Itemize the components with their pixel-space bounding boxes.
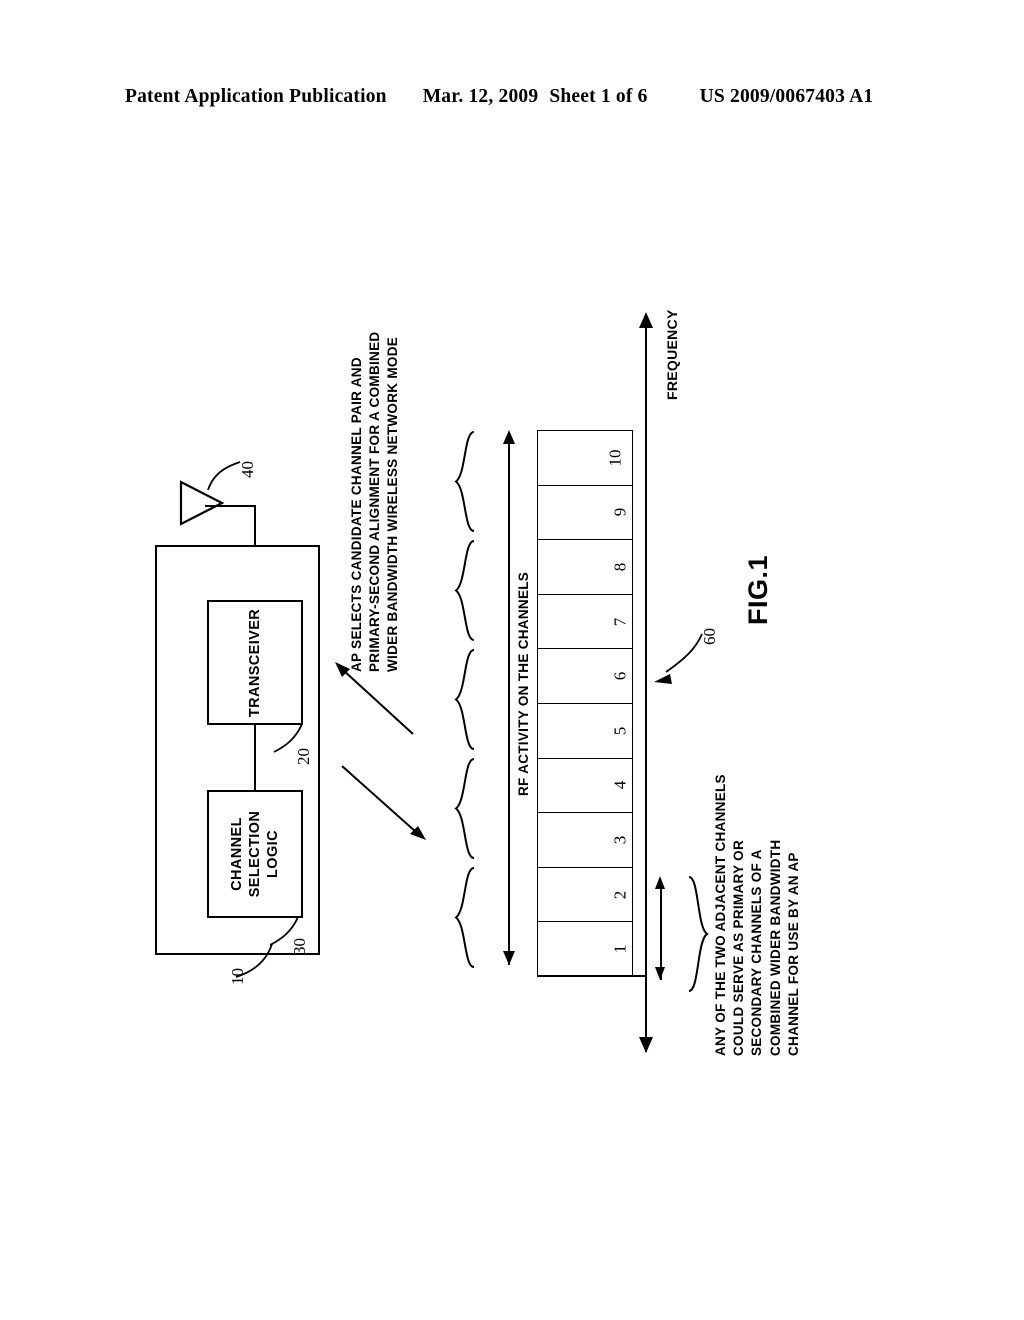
transceiver-box: TRANSCEIVER [207,600,303,725]
adjacent-callout-line-1: ANY OF THE TWO ADJACENT CHANNELS [713,774,728,1056]
channel-cell: 1 [538,921,632,976]
channel-cell: 9 [538,484,632,540]
channel-number: 7 [609,617,629,626]
frequency-axis-label: FREQUENCY [664,309,680,400]
adjacent-channels-brace [685,875,711,993]
adjacent-channels-callout: ANY OF THE TWO ADJACENT CHANNELS COULD S… [712,774,803,1056]
channel-number: 10 [605,449,625,467]
channel-number: 5 [609,726,629,736]
channel-pair-brace [452,539,478,642]
ref-numeral-10: 10 [228,968,247,985]
adjacent-callout-line-4: COMBINED WIDER BANDWIDTH [767,839,783,1056]
ref-numeral-40: 40 [238,461,257,478]
ref-numeral-30: 30 [290,938,309,955]
csl-line-2: SELECTION [246,810,263,898]
antenna-lead-horizontal [205,505,256,507]
adjacent-callout-line-3: SECONDARY CHANNELS OF A [749,849,765,1056]
transceiver-label: TRANSCEIVER [247,608,263,717]
csl-line-1: CHANNEL [228,817,245,891]
channel-number: 2 [609,890,629,899]
channel-pair-brace [452,757,478,860]
rf-activity-axis-line [508,440,510,965]
figure-caption: FIG.1 [743,554,773,625]
csl-line-3: LOGIC [265,830,282,878]
channel-selection-logic-label: CHANNEL SELECTION LOGIC [228,811,282,898]
channel-pair-brace [452,430,478,533]
pair-span-arrow-down-icon [655,967,665,980]
channel-cell: 6 [538,648,632,703]
channel-cell: 4 [538,757,632,813]
channel-number: 3 [609,835,629,845]
channel-number: 8 [609,562,629,572]
ref-numeral-60: 60 [700,628,719,645]
ap-selection-callout: AP SELECTS CANDIDATE CHANNEL PAIR AND PR… [348,332,403,672]
adjacent-callout-line-2: COULD SERVE AS PRIMARY OR [731,839,747,1056]
channel-cell: 8 [538,539,632,594]
ap-callout-line-1: AP SELECTS CANDIDATE CHANNEL PAIR AND [349,357,364,672]
logic-transceiver-connector [254,725,256,791]
ap-callout-line-3: WIDER BANDWIDTH WIRELESS NETWORK MODE [385,336,401,672]
channel-number: 4 [609,781,629,790]
frequency-axis-bottom-arrow-icon [639,1037,653,1053]
channel-number: 6 [609,671,629,681]
channel-cell: 10 [538,430,632,485]
rf-activity-label: RF ACTIVITY ON THE CHANNELS [516,567,532,800]
frequency-axis-line [645,322,647,1052]
frequency-axis-baseline-tick [537,975,647,977]
channel-cell: 5 [538,702,632,758]
channel-selection-logic-box: CHANNEL SELECTION LOGIC [207,790,303,918]
callout-arrow-to-channel-grid [336,760,431,845]
channel-cell: 2 [538,866,632,922]
channel-number: 9 [609,508,629,517]
channel-grid: 10 9 8 7 6 5 4 3 2 1 [537,430,633,976]
ap-callout-line-2: PRIMARY-SECOND ALIGNMENT FOR A COMBINED [367,331,383,672]
channel-cell: 7 [538,593,632,649]
callout-arrow-to-apparatus [333,660,418,740]
channel-pair-brace [452,648,478,751]
channel-cell: 3 [538,812,632,867]
patent-figure: 40 10 TRANSCEIVER 20 CHANNEL SELECTION L… [0,0,1024,1320]
rf-activity-arrow-down-icon [503,951,515,965]
pair-span-line [660,885,662,980]
ref-numeral-20: 20 [294,748,313,765]
channel-pair-brace [452,866,478,969]
adjacent-callout-line-5: CHANNEL FOR USE BY AN AP [785,852,801,1056]
channel-number: 1 [609,944,629,953]
